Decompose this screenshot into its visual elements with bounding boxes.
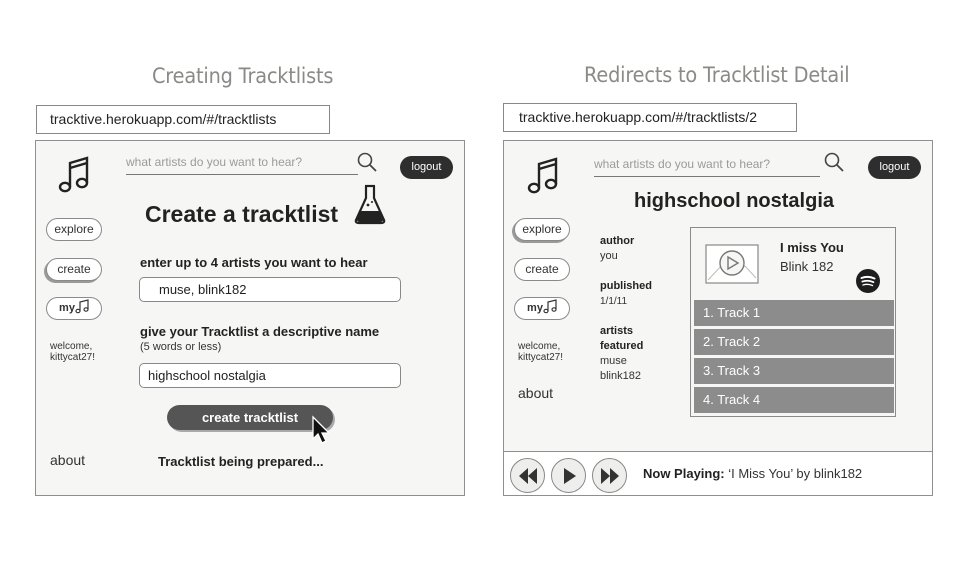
song-artist: Blink 182 <box>780 259 834 274</box>
welcome-line-1: welcome, <box>518 341 561 352</box>
logout-button[interactable]: logout <box>868 156 921 179</box>
artists-label: enter up to 4 artists you want to hear <box>140 255 368 270</box>
name-hint: (5 words or less) <box>140 341 222 353</box>
create-tracklist-button[interactable]: create tracktlist <box>167 405 333 430</box>
now-playing-label: Now Playing: <box>643 466 725 481</box>
tracklist-title: highschool nostalgia <box>634 190 835 212</box>
welcome-message: welcome, kittycat27! <box>50 341 95 363</box>
welcome-username: kittycat27! <box>518 352 564 363</box>
nav-create-button[interactable]: create <box>514 258 570 281</box>
right-caption: Redirects to Tracktlist Detail <box>584 63 850 87</box>
status-message: Tracktlist being prepared... <box>158 454 324 469</box>
rewind-icon <box>519 468 537 484</box>
music-note-icon <box>543 299 557 314</box>
music-note-logo-icon[interactable] <box>57 155 91 195</box>
nav-explore-button[interactable]: explore <box>514 218 570 241</box>
player-bar: Now Playing: ‘I Miss You’ by blink182 <box>504 451 932 495</box>
logout-button[interactable]: logout <box>400 156 453 179</box>
left-url-bar[interactable]: tracktive.herokuapp.com/#/tracktlists <box>36 105 330 134</box>
right-url-bar[interactable]: tracktive.herokuapp.com/#/tracktlists/2 <box>503 103 797 132</box>
about-link[interactable]: about <box>50 452 85 468</box>
welcome-message: welcome, kittycat27! <box>518 341 563 363</box>
play-icon <box>564 468 576 484</box>
music-note-logo-icon[interactable] <box>526 156 560 196</box>
rewind-button[interactable] <box>510 458 545 493</box>
artists-label-line-1: artists <box>600 325 634 337</box>
video-thumbnail-icon[interactable] <box>705 244 759 284</box>
search-icon[interactable] <box>356 151 378 173</box>
nav-my-label: my <box>59 302 75 314</box>
search-input[interactable]: what artists do you want to hear? <box>126 153 358 175</box>
tracklist-card: I miss You Blink 182 1. Track 1 2. Track… <box>690 227 896 417</box>
welcome-username: kittycat27! <box>50 352 96 363</box>
artist-item: muse <box>600 355 627 367</box>
author-value: you <box>600 250 618 262</box>
artists-label-line-2: featured <box>600 340 644 352</box>
song-title: I miss You <box>780 240 844 255</box>
artists-featured-label: artists featured <box>600 324 643 354</box>
about-link[interactable]: about <box>518 385 553 401</box>
track-row[interactable]: 4. Track 4 <box>694 387 894 413</box>
track-row[interactable]: 1. Track 1 <box>694 300 894 326</box>
nav-my-music-button[interactable]: my <box>46 297 102 320</box>
fast-forward-button[interactable] <box>592 458 627 493</box>
music-note-icon <box>75 299 89 314</box>
tracklist-name-input[interactable]: highschool nostalgia <box>139 363 401 388</box>
published-label: published <box>600 280 652 292</box>
page-title: Create a tracktlist <box>145 201 339 227</box>
artists-input[interactable]: muse, blink182 <box>139 277 401 302</box>
welcome-line-1: welcome, <box>50 341 93 352</box>
now-playing-value: ‘I Miss You’ by blink182 <box>724 466 863 481</box>
spotify-icon[interactable] <box>856 269 880 293</box>
left-app-frame: what artists do you want to hear? logout… <box>35 140 465 496</box>
track-row[interactable]: 3. Track 3 <box>694 358 894 384</box>
track-row[interactable]: 2. Track 2 <box>694 329 894 355</box>
nav-my-label: my <box>527 302 543 314</box>
search-input[interactable]: what artists do you want to hear? <box>594 155 820 177</box>
play-button[interactable] <box>551 458 586 493</box>
artists-list: muse blink182 <box>600 354 641 384</box>
now-playing: Now Playing: ‘I Miss You’ by blink182 <box>643 466 862 481</box>
left-caption: Creating Tracktlists <box>152 64 334 88</box>
cursor-arrow-icon <box>312 415 331 444</box>
artist-item: blink182 <box>600 370 641 382</box>
nav-create-button[interactable]: create <box>46 258 102 281</box>
search-icon[interactable] <box>823 151 845 173</box>
nav-my-music-button[interactable]: my <box>514 297 570 320</box>
flask-icon <box>354 184 386 225</box>
fast-forward-icon <box>601 468 619 484</box>
name-label: give your Tracktlist a descriptive name <box>140 324 380 339</box>
nav-explore-button[interactable]: explore <box>46 218 102 241</box>
author-label: author <box>600 235 635 247</box>
right-app-frame: what artists do you want to hear? logout… <box>503 140 933 496</box>
published-value: 1/1/11 <box>600 296 628 307</box>
